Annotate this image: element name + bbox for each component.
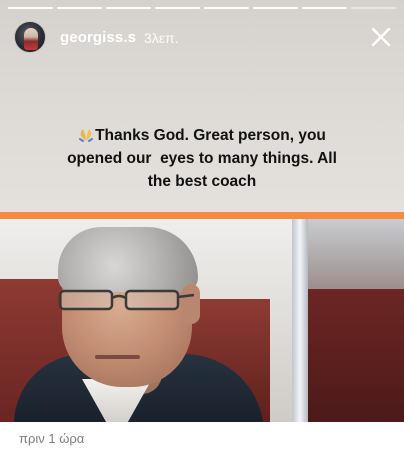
avatar-figure <box>24 28 38 50</box>
caption-line-1-text: Thanks God. Great person, you <box>95 127 326 144</box>
caption-line-3: the best coach <box>147 173 257 190</box>
photo-right-light <box>308 219 404 289</box>
progress-segment <box>155 7 200 9</box>
accent-divider <box>0 212 404 219</box>
post-title-text <box>19 456 289 462</box>
glasses-icon <box>58 289 195 311</box>
progress-segment <box>57 7 102 9</box>
post-time-ago: πριν 1 ώρα <box>19 431 85 446</box>
photo-person-hair <box>58 227 198 292</box>
progress-segment <box>106 7 151 9</box>
post-photo[interactable] <box>0 219 404 422</box>
close-icon[interactable] <box>371 27 391 47</box>
progress-segment <box>8 7 53 9</box>
caption-line-1: Thanks God. Great person, you <box>40 124 364 147</box>
story-username[interactable]: georgiss.s <box>60 29 136 46</box>
photo-person-mouth <box>95 355 140 359</box>
progress-segment <box>302 7 347 9</box>
photo-window-frame <box>292 219 308 422</box>
avatar[interactable] <box>14 21 46 53</box>
progress-segment-current <box>351 7 396 9</box>
caption-line-2: opened our eyes to many things. All <box>67 150 337 167</box>
story-caption: Thanks God. Great person, you opened our… <box>40 124 364 193</box>
post-title-clipped <box>19 456 289 462</box>
story-progress-bar <box>8 7 396 10</box>
progress-segment <box>253 7 298 9</box>
story-timestamp: 3λεπ. <box>144 30 179 46</box>
progress-segment <box>204 7 249 9</box>
post-footer: πριν 1 ώρα <box>0 422 404 462</box>
folded-hands-emoji-icon <box>78 126 94 142</box>
